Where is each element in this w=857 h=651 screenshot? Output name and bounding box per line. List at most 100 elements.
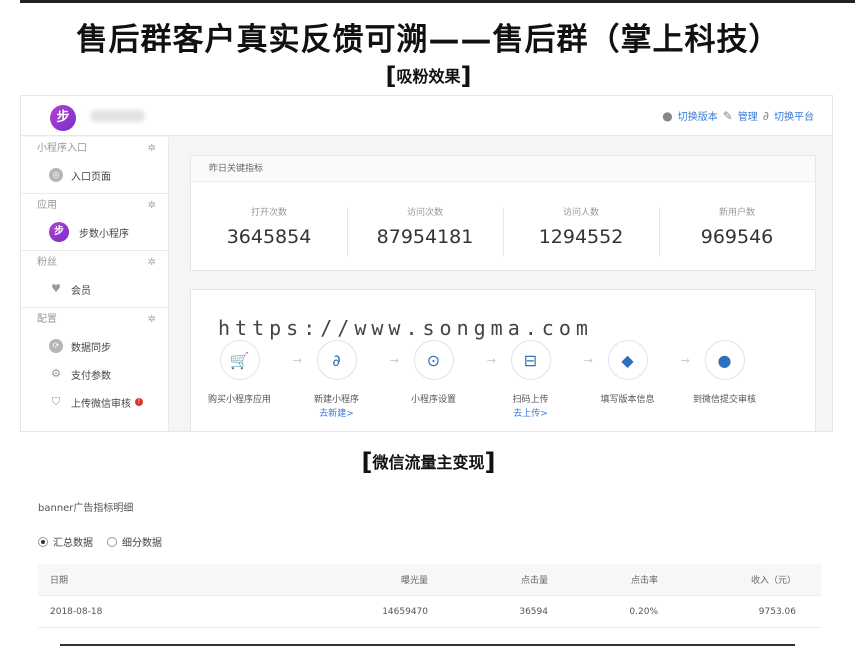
sidebar: 小程序入口 ✲ ◎ 入口页面 应用 ✲ 步步数小程序 粉丝 ✲ ♥ 会员 配置 ✲ ⟳ 数据同… bbox=[21, 137, 169, 431]
bottom-rule bbox=[60, 644, 795, 646]
gear-icon[interactable]: ✲ bbox=[148, 308, 156, 332]
sidebar-item-pay-params[interactable]: ⚙ 支付参数 bbox=[21, 360, 168, 388]
setup-steps: 🛒 购买小程序应用 → ∂ 新建小程序 去新建> → ⊙ 小程序设置 → ⊟ 扫… bbox=[191, 340, 817, 419]
sidebar-item-label: 数据同步 bbox=[71, 342, 111, 354]
step-link[interactable]: 去上传> bbox=[482, 406, 579, 419]
header-actions: ● 切换版本 ✎ 管理 ∂ 切换平台 bbox=[662, 108, 814, 124]
shield-icon: ⛉ bbox=[51, 395, 61, 408]
page-headline: 售后群客户真实反馈可溯——售后群（掌上科技） bbox=[76, 22, 781, 58]
sidebar-item-members[interactable]: ♥ 会员 bbox=[21, 275, 168, 303]
sidebar-group-apps: 应用 ✲ 步步数小程序 bbox=[21, 194, 168, 251]
col-ctr[interactable]: 点击率 bbox=[548, 573, 658, 586]
section-label-monetization: [微信流量主变现] bbox=[0, 448, 857, 476]
col-date[interactable]: 日期 bbox=[38, 573, 248, 586]
radio-label: 汇总数据 bbox=[53, 538, 93, 549]
step-label: 到微信提交审核 bbox=[692, 395, 756, 405]
admin-screenshot: 步 ● 切换版本 ✎ 管理 ∂ 切换平台 小程序入口 ✲ ◎ 入口页面 应用 ✲ 步步… bbox=[20, 95, 833, 432]
col-clicks[interactable]: 点击量 bbox=[428, 573, 548, 586]
cell-revenue: 9753.06 bbox=[758, 606, 796, 617]
mini-program-icon: 步 bbox=[49, 222, 69, 242]
gear-icon[interactable]: ✲ bbox=[148, 251, 156, 275]
layers-icon: ◆ bbox=[607, 340, 648, 380]
sidebar-item-steps-app[interactable]: 步步数小程序 bbox=[21, 218, 168, 246]
step-label: 扫码上传 bbox=[512, 395, 549, 405]
step-version-info[interactable]: ◆ 填写版本信息 → bbox=[579, 340, 690, 419]
circle-icon: ● bbox=[662, 108, 673, 123]
sidebar-group-title-text: 小程序入口 bbox=[37, 143, 87, 154]
banner-title: banner广告指标明细 bbox=[38, 503, 134, 514]
sidebar-group-title-text: 粉丝 bbox=[37, 257, 57, 268]
step-link[interactable]: 去新建> bbox=[288, 406, 385, 419]
table-header: 日期 曝光量 点击量 点击率 收入（元） bbox=[38, 564, 821, 596]
step-scan-upload[interactable]: ⊟ 扫码上传 去上传> → bbox=[482, 340, 593, 419]
col-impressions[interactable]: 曝光量 bbox=[248, 573, 428, 586]
col-revenue[interactable]: 收入（元） bbox=[658, 573, 808, 586]
bracket-open: [ bbox=[361, 448, 373, 476]
metric-label: 访问次数 bbox=[406, 207, 443, 218]
switch-platform-link[interactable]: 切换平台 bbox=[774, 108, 814, 123]
cell-ctr: 0.20% bbox=[629, 606, 658, 617]
sync-icon: ⟳ bbox=[49, 339, 63, 353]
gear-icon[interactable]: ✲ bbox=[148, 137, 156, 161]
section-label-text: 微信流量主变现 bbox=[372, 453, 485, 472]
bracket-open: [ bbox=[385, 62, 397, 90]
step-settings[interactable]: ⊙ 小程序设置 → bbox=[385, 340, 496, 419]
radio-summary[interactable]: 汇总数据 bbox=[38, 534, 93, 549]
sidebar-item-entry-page[interactable]: ◎ 入口页面 bbox=[21, 161, 168, 189]
step-label: 小程序设置 bbox=[410, 395, 456, 405]
cell-clicks: 36594 bbox=[519, 606, 548, 617]
bracket-close: ] bbox=[484, 448, 496, 476]
data-mode-radios: 汇总数据 细分数据 bbox=[38, 534, 176, 549]
metric-value: 1294552 bbox=[538, 225, 624, 248]
radio-checked-icon bbox=[38, 536, 48, 547]
gear-icon: ⚙ bbox=[51, 367, 61, 380]
page-icon: ◎ bbox=[49, 168, 63, 182]
sidebar-item-label: 上传微信审核 bbox=[71, 398, 131, 410]
metrics-row: 打开次数 3645854 访问次数 87954181 访问人数 1294552 … bbox=[191, 182, 815, 270]
metric-label: 新用户数 bbox=[718, 207, 755, 218]
banner-table: 日期 曝光量 点击量 点击率 收入（元） 2018-08-18 14659470… bbox=[38, 564, 821, 628]
metric-visitors: 访问人数 1294552 bbox=[503, 205, 659, 257]
metric-value: 87954181 bbox=[376, 225, 474, 248]
scan-icon: ⊟ bbox=[510, 340, 551, 380]
sidebar-item-label: 步数小程序 bbox=[79, 228, 129, 240]
step-submit-review[interactable]: ● 到微信提交审核 bbox=[676, 340, 773, 419]
metric-label: 访问人数 bbox=[562, 207, 599, 218]
step-label: 购买小程序应用 bbox=[207, 395, 271, 405]
cell-impressions: 14659470 bbox=[382, 606, 428, 617]
step-label: 填写版本信息 bbox=[600, 395, 655, 405]
banner-metrics-screenshot: banner广告指标明细 汇总数据 细分数据 日期 曝光量 点击量 点击率 收入… bbox=[20, 490, 833, 635]
cell-date: 2018-08-18 bbox=[50, 606, 103, 617]
sidebar-item-wechat-review[interactable]: ⛉ 上传微信审核! bbox=[21, 388, 168, 416]
table-row: 2018-08-18 14659470 36594 0.20% 9753.06 bbox=[38, 596, 821, 628]
app-logo[interactable]: 步 bbox=[50, 105, 76, 131]
settings-icon: ⊙ bbox=[413, 340, 454, 380]
setup-flow-card: https://www.songma.com 🛒 购买小程序应用 → ∂ 新建小… bbox=[190, 289, 817, 431]
admin-header: 步 ● 切换版本 ✎ 管理 ∂ 切换平台 bbox=[21, 96, 832, 136]
step-buy-app[interactable]: 🛒 购买小程序应用 → bbox=[191, 340, 302, 419]
gear-icon[interactable]: ✲ bbox=[148, 194, 156, 218]
switch-version-link[interactable]: 切换版本 bbox=[678, 108, 718, 123]
bracket-close: ] bbox=[460, 62, 472, 90]
section-label-fans: [吸粉效果] bbox=[0, 62, 857, 90]
step-new-mini-program[interactable]: ∂ 新建小程序 去新建> → bbox=[288, 340, 399, 419]
radio-unchecked-icon bbox=[107, 536, 117, 547]
step-label: 新建小程序 bbox=[313, 395, 359, 405]
radio-detail[interactable]: 细分数据 bbox=[107, 534, 162, 549]
manage-link[interactable]: 管理 bbox=[738, 108, 758, 123]
sidebar-group-title: 小程序入口 ✲ bbox=[21, 137, 168, 161]
sidebar-group-title: 配置 ✲ bbox=[21, 308, 168, 332]
watermark-url: https://www.songma.com bbox=[218, 316, 593, 340]
wechat-icon: ● bbox=[704, 340, 745, 380]
cart-icon: 🛒 bbox=[219, 340, 260, 380]
metric-value: 3645854 bbox=[226, 225, 312, 248]
sidebar-group-fans: 粉丝 ✲ ♥ 会员 bbox=[21, 251, 168, 308]
sidebar-item-data-sync[interactable]: ⟳ 数据同步 bbox=[21, 332, 168, 360]
metric-new-users: 新用户数 969546 bbox=[659, 205, 815, 257]
metric-label: 打开次数 bbox=[250, 207, 287, 218]
sidebar-item-label: 会员 bbox=[71, 285, 91, 297]
pencil-icon: ✎ bbox=[722, 108, 733, 123]
sidebar-group-entry: 小程序入口 ✲ ◎ 入口页面 bbox=[21, 137, 168, 194]
metric-visits: 访问次数 87954181 bbox=[347, 205, 503, 257]
heart-icon: ♥ bbox=[51, 282, 61, 295]
